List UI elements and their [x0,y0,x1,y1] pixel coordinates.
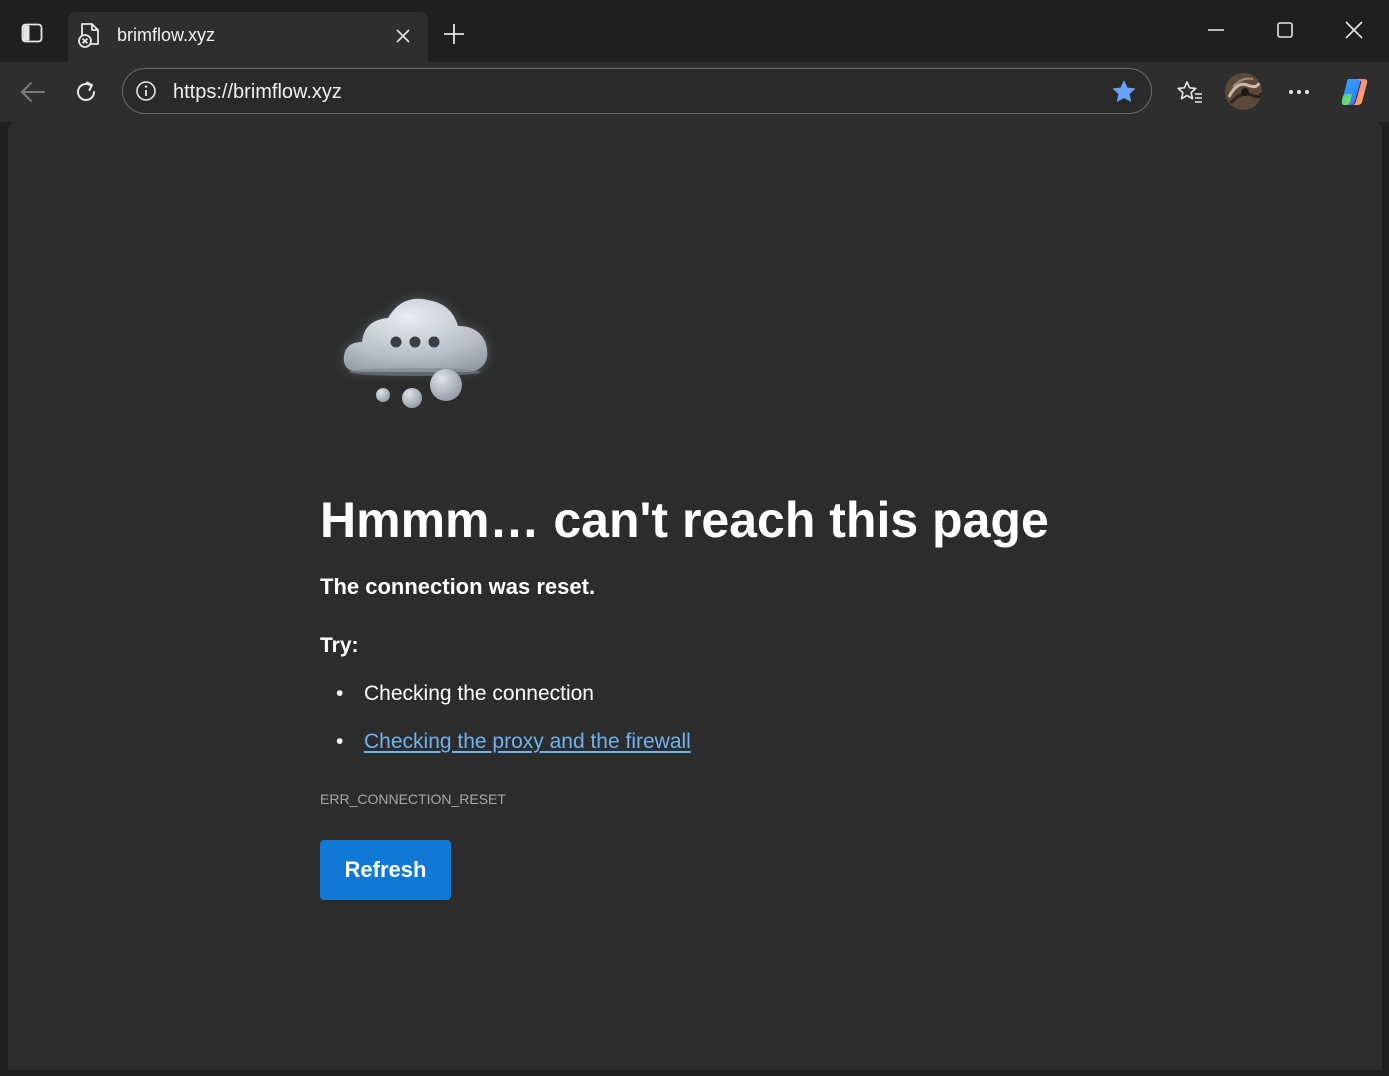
cloud-illustration-icon [330,282,510,422]
back-button[interactable] [12,72,52,112]
tab-actions-icon [20,21,44,50]
suggestion-check-connection: Checking the connection [364,682,594,705]
close-icon [1345,21,1363,39]
error-page-icon [78,22,102,48]
favorites-button[interactable] [1170,72,1210,112]
plus-icon [444,24,464,44]
new-tab-button[interactable] [438,18,470,50]
copilot-icon [1341,79,1368,105]
copilot-button[interactable] [1335,72,1375,112]
minimize-button[interactable] [1193,10,1239,50]
tab-close-button[interactable] [392,25,414,47]
suggestion-list: • Checking the connection • Checking the… [320,680,691,776]
avatar[interactable] [1225,73,1262,110]
refresh-icon [77,81,95,101]
close-icon [396,29,410,43]
more-button[interactable] [1279,72,1319,112]
refresh-page-button[interactable]: Refresh [320,840,451,900]
try-label: Try: [320,634,359,657]
maximize-button[interactable] [1262,10,1308,50]
error-code: ERR_CONNECTION_RESET [320,791,506,807]
error-page: Hmmm… can't reach this page The connecti… [8,122,1382,1070]
info-icon [136,81,156,101]
bullet: • [336,730,344,753]
close-window-button[interactable] [1331,10,1377,50]
tab-bar: brimflow.xyz [0,0,1389,62]
more-icon [1289,90,1309,94]
list-item: • Checking the connection [320,680,691,728]
error-heading: Hmmm… can't reach this page [320,492,1049,548]
favorites-icon [1177,81,1202,103]
list-item: • Checking the proxy and the firewall [320,728,691,776]
error-subtitle: The connection was reset. [320,574,596,599]
active-tab[interactable]: brimflow.xyz [68,12,428,62]
proxy-firewall-link[interactable]: Checking the proxy and the firewall [364,730,691,753]
address-bar[interactable]: https://brimflow.xyz [122,68,1152,114]
site-info-button[interactable] [135,80,157,102]
bullet: • [336,682,344,705]
browser-window: brimflow.xyz https://brimflow.xyz Hmmm… … [0,0,1389,1076]
tab-title: brimflow.xyz [117,25,216,45]
refresh-button[interactable] [66,72,106,112]
toolbar: https://brimflow.xyz [0,62,1389,122]
minimize-icon [1208,29,1224,31]
star-icon [1113,80,1135,102]
tab-actions-button[interactable] [12,17,52,53]
back-arrow-icon [21,82,45,102]
profile-picture [1225,73,1262,110]
add-favorite-button[interactable] [1111,79,1137,105]
maximize-icon [1277,22,1293,38]
url-text[interactable]: https://brimflow.xyz [173,80,342,104]
